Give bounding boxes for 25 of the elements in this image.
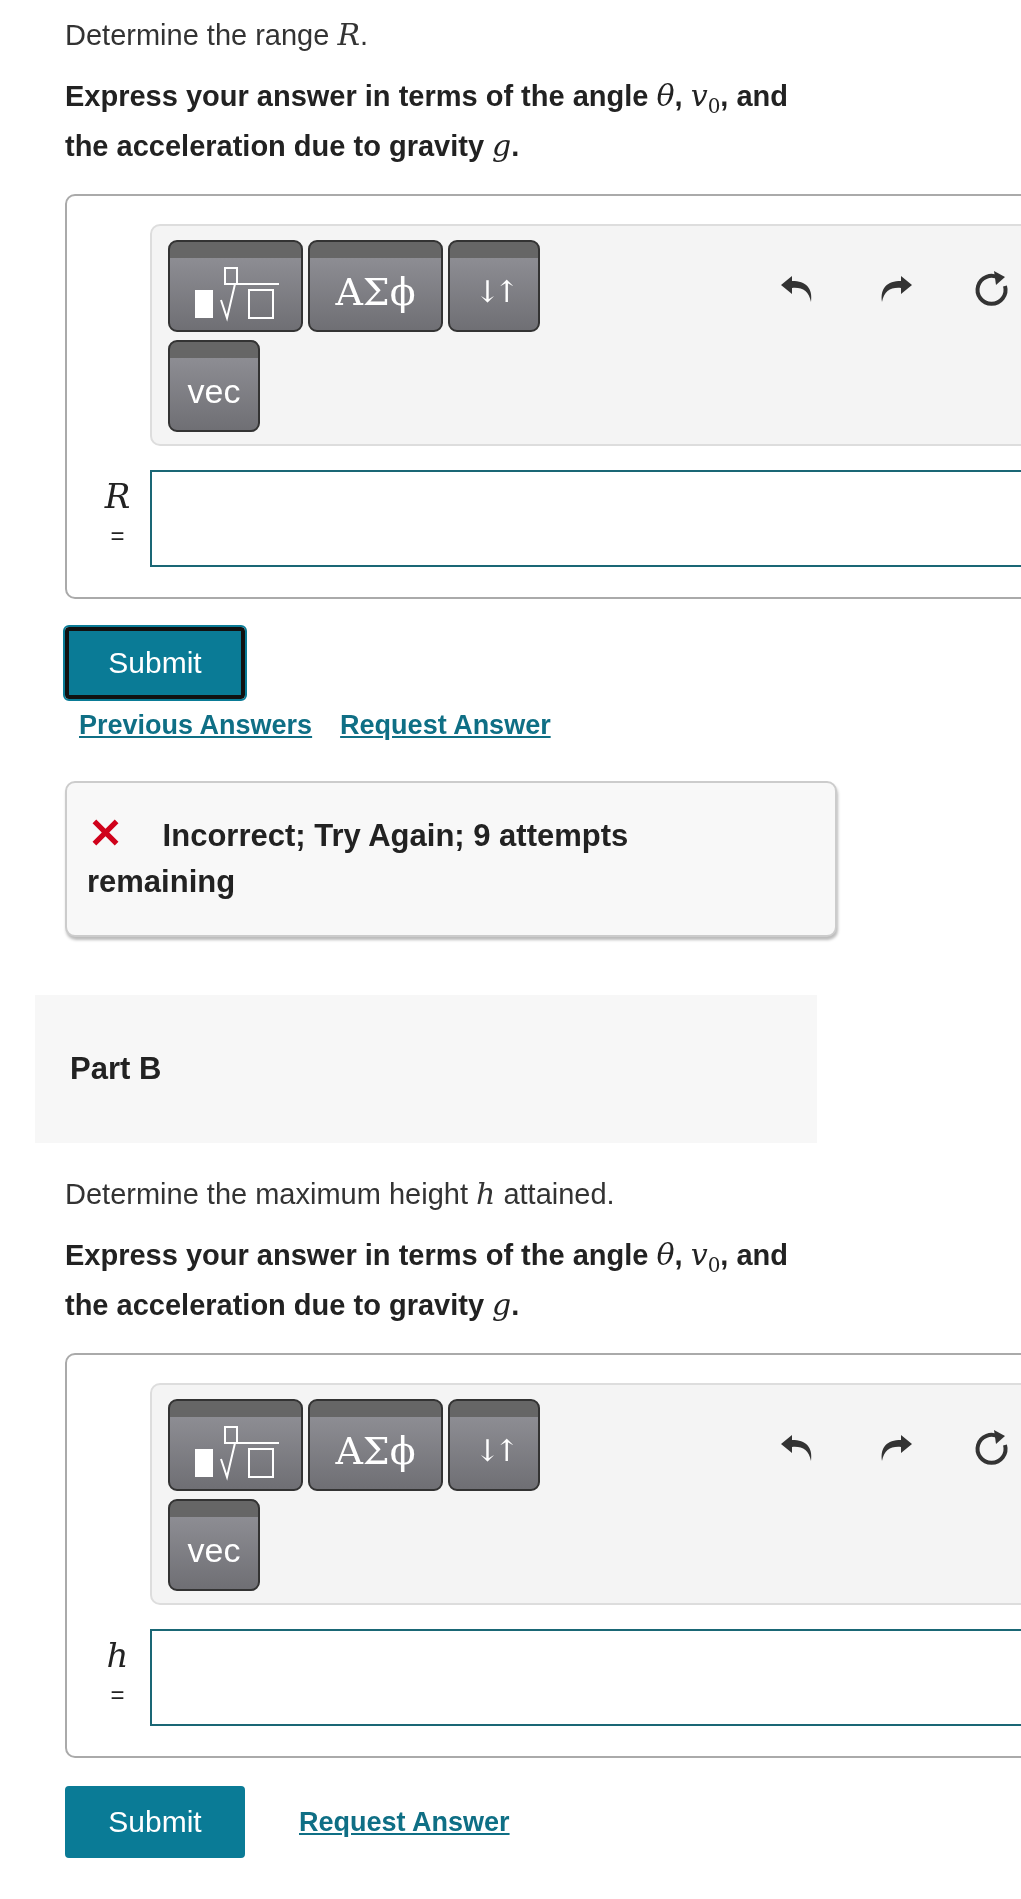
answer-field[interactable] — [150, 469, 1021, 567]
answer-link[interactable]: Request Answer — [285, 1799, 524, 1844]
instruction-text: Express your answer in terms of the angle θ, v$_{0}$, and the acceleration due to gravity g. — [65, 77, 790, 165]
equals-sign: = — [110, 520, 125, 551]
vector-button[interactable]: vec — [168, 339, 260, 432]
question-text: Determine the range R. — [65, 16, 369, 54]
equals-sign: = — [110, 1679, 125, 1710]
arrows-button[interactable]: ↓↑ — [448, 1398, 540, 1491]
templates-button[interactable] — [168, 1398, 303, 1491]
part-title: Part B — [70, 1050, 162, 1087]
vector-button[interactable]: vec — [168, 1498, 260, 1591]
variable-label: R — [104, 475, 131, 516]
feedback-text: Incorrect; Try Again; 9 attempts remaining — [87, 812, 727, 905]
answer-link[interactable]: Previous Answers — [65, 702, 327, 747]
variable-label: h — [106, 1634, 129, 1675]
submit-button[interactable]: Submit — [65, 1785, 245, 1858]
greek-symbols-button[interactable]: ΑΣϕ — [308, 239, 443, 332]
question-text: Determine the maximum height h attained. — [65, 1174, 615, 1213]
answer-link[interactable]: Request Answer — [326, 702, 565, 747]
arrows-button[interactable]: ↓↑ — [448, 239, 540, 332]
greek-symbols-button[interactable]: ΑΣϕ — [308, 1398, 443, 1491]
answer-field[interactable] — [150, 1628, 1021, 1726]
templates-button[interactable] — [168, 239, 303, 332]
submit-button[interactable]: Submit — [65, 626, 245, 699]
instruction-text: Express your answer in terms of the angle θ, v$_{0}$, and the acceleration due to gravity g. — [65, 1235, 790, 1324]
